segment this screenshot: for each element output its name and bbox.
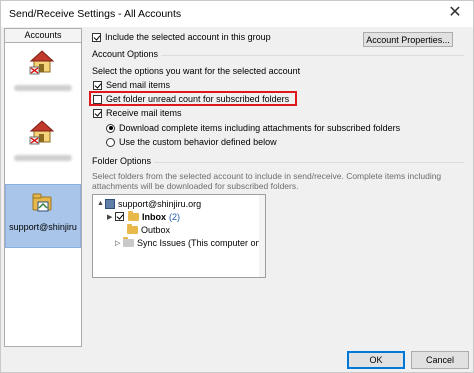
tree-outbox-node[interactable]: Outbox: [127, 223, 171, 235]
custom-behavior-radio[interactable]: Use the custom behavior defined below: [106, 137, 277, 147]
receive-mail-label: Receive mail items: [106, 108, 182, 118]
accounts-list[interactable]: Accounts support@shinjiru: [4, 28, 82, 347]
receive-mail-box[interactable]: [93, 108, 102, 118]
account-options-title: Account Options: [92, 49, 162, 59]
send-mail-label: Send mail items: [106, 80, 171, 90]
tree-outbox-label: Outbox: [141, 224, 171, 235]
dialog-footer: OK Cancel: [1, 349, 473, 372]
accounts-header: Accounts: [5, 29, 81, 43]
download-complete-label: Download complete items including attach…: [119, 123, 401, 133]
account-item-2[interactable]: [5, 115, 81, 173]
tree-sync-issues-label: Sync Issues (This computer only): [137, 237, 266, 248]
account-item-selected[interactable]: support@shinjiru: [5, 184, 81, 248]
collapse-caret-icon[interactable]: ▲: [97, 200, 105, 207]
receive-mail-checkbox[interactable]: Receive mail items: [93, 108, 182, 118]
close-icon[interactable]: ✕: [443, 2, 467, 24]
unread-count-checkbox[interactable]: Get folder unread count for subscribed f…: [93, 94, 289, 104]
inbox-unread-count: (2): [169, 211, 180, 222]
tree-inbox-label: Inbox: [142, 211, 166, 222]
title-bar: Send/Receive Settings - All Accounts ✕: [1, 1, 473, 27]
custom-behavior-radio-dot[interactable]: [106, 137, 115, 147]
folder-options-description-2: attachments will be downloaded for subsc…: [92, 181, 299, 191]
tree-account-label: support@shinjiru.org: [118, 198, 202, 209]
unread-count-label: Get folder unread count for subscribed f…: [106, 94, 290, 104]
cancel-button[interactable]: Cancel: [411, 351, 469, 369]
include-checkbox-label: Include the selected account in this gro…: [105, 32, 271, 42]
sync-issues-folder-icon: [123, 236, 134, 247]
account-house-icon: [29, 120, 55, 145]
send-mail-box[interactable]: [93, 80, 102, 90]
ok-button[interactable]: OK: [347, 351, 405, 369]
tree-scrollbar[interactable]: [259, 195, 265, 277]
download-complete-radio-dot[interactable]: [106, 123, 115, 133]
custom-behavior-label: Use the custom behavior defined below: [119, 137, 277, 147]
inbox-folder-icon: [128, 210, 139, 221]
folder-account-icon: [32, 193, 52, 212]
tree-inbox-node[interactable]: ▶ Inbox (2): [107, 210, 180, 222]
folder-tree[interactable]: ▲ support@shinjiru.org ▶ Inbox (2) Outbo…: [92, 194, 266, 278]
include-account-checkbox[interactable]: Include the selected account in this gro…: [92, 32, 271, 42]
window-title: Send/Receive Settings - All Accounts: [9, 8, 182, 20]
expand-caret-icon[interactable]: ▶: [107, 213, 115, 221]
account-house-icon: [29, 50, 55, 75]
account-name-redacted: [14, 85, 72, 91]
account-properties-button[interactable]: Account Properties...: [363, 32, 453, 47]
unread-count-box[interactable]: [93, 94, 102, 104]
account-icon: [105, 198, 115, 209]
folder-options-description-1: Select folders from the selected account…: [92, 171, 442, 181]
account-item-1[interactable]: [5, 45, 81, 103]
outbox-folder-icon: [127, 223, 138, 234]
include-checkbox-box[interactable]: [92, 32, 101, 42]
tree-account-node[interactable]: ▲ support@shinjiru.org: [97, 198, 201, 209]
account-options-instruction: Select the options you want for the sele…: [92, 66, 301, 76]
send-mail-checkbox[interactable]: Send mail items: [93, 80, 170, 90]
folder-options-title: Folder Options: [92, 156, 155, 166]
dialog-body: Accounts support@shinjiru Include the se…: [1, 27, 473, 372]
expand-caret-icon[interactable]: ▷: [115, 239, 123, 247]
selected-account-name: support@shinjiru: [9, 222, 77, 232]
download-complete-radio[interactable]: Download complete items including attach…: [106, 123, 400, 133]
tree-sync-issues-node[interactable]: ▷ Sync Issues (This computer only): [115, 236, 266, 248]
account-name-redacted: [14, 155, 72, 161]
send-receive-settings-window: Send/Receive Settings - All Accounts ✕ A…: [0, 0, 474, 373]
inbox-checkbox[interactable]: [115, 212, 124, 221]
